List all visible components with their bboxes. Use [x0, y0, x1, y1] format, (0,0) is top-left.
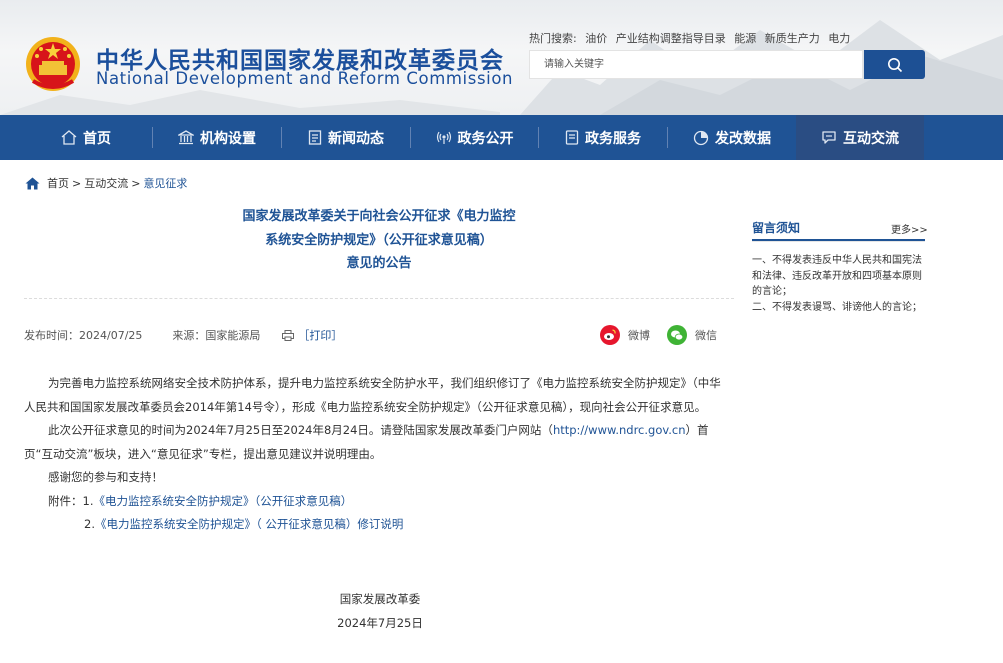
- attachment-label: 附件：1.: [48, 493, 94, 508]
- hot-search: 热门搜索: 油价 产业结构调整指导目录 能源 新质生产力 电力: [529, 30, 855, 46]
- nav-label: 互动交流: [843, 130, 899, 147]
- source-value: 国家能源局: [205, 329, 261, 342]
- nav-item-data[interactable]: 发改数据: [668, 115, 796, 160]
- share-weibo-label: 微博: [628, 329, 650, 342]
- site-title-en: National Development and Reform Commissi…: [96, 69, 514, 88]
- article-title-line: 意见的公告: [346, 256, 412, 271]
- breadcrumb-separator: >: [131, 176, 141, 190]
- article-title: 国家发展改革委关于向社会公开征求《电力监控 系统安全防护规定》（公开征求意见稿）…: [24, 205, 734, 276]
- nav-item-news[interactable]: 新闻动态: [282, 115, 410, 160]
- publish-date: 2024/07/25: [79, 328, 143, 342]
- nav-label: 新闻动态: [328, 130, 384, 147]
- title-divider: [24, 298, 734, 299]
- article-meta: 发布时间： 2024/07/25 来源： 国家能源局 ［打印］: [24, 327, 342, 343]
- print-button[interactable]: ［打印］: [282, 327, 342, 343]
- home-icon: [61, 130, 77, 145]
- search-button[interactable]: [864, 50, 925, 79]
- share-weibo[interactable]: 微博: [600, 325, 650, 345]
- breadcrumb-home[interactable]: 首页: [47, 175, 69, 191]
- wechat-icon: [667, 325, 687, 345]
- sidebar-divider: [752, 241, 925, 242]
- nav-item-government-affairs[interactable]: 政务公开: [411, 115, 538, 160]
- nav-label: 政务公开: [457, 130, 514, 147]
- institution-icon: [178, 130, 194, 145]
- article-title-line: 系统安全防护规定》（公开征求意见稿）: [265, 232, 493, 248]
- search-input[interactable]: 请输入关键字: [529, 50, 863, 79]
- article-title-line: 国家发展改革委关于向社会公开征求《电力监控: [242, 209, 516, 224]
- sidebar-rules: 一、不得发表违反中华人民共和国宪法和法律、违反改革开放和四项基本原则的言论； 二…: [752, 253, 928, 315]
- hot-search-item[interactable]: 能源: [734, 32, 756, 45]
- hot-search-item[interactable]: 产业结构调整指导目录: [616, 32, 726, 45]
- service-icon: [565, 130, 579, 145]
- weibo-icon: [600, 325, 620, 345]
- hot-search-label: 热门搜索:: [529, 32, 577, 45]
- national-emblem-icon: [26, 37, 80, 91]
- news-icon: [308, 130, 322, 145]
- print-label: ［打印］: [298, 329, 343, 342]
- share-wechat[interactable]: 微信: [667, 325, 717, 345]
- nav-label: 首页: [83, 130, 111, 147]
- signature-date: 2024年7月25日: [337, 616, 423, 630]
- signature-org: 国家发展改革委: [339, 592, 421, 606]
- nav-item-interaction[interactable]: 互动交流: [796, 115, 924, 160]
- source-label: 来源：: [172, 329, 206, 342]
- attachment-number: 2.: [84, 517, 95, 531]
- sidebar-title: 留言须知: [752, 221, 801, 235]
- home-icon: [25, 177, 40, 189]
- breadcrumb-separator: >: [72, 176, 82, 190]
- attachment-row: 2.《电力监控系统安全防护规定》（ 公开征求意见稿）修订说明: [24, 513, 726, 537]
- attachment-row: 附件：1.《电力监控系统安全防护规定》（公开征求意见稿）: [24, 490, 726, 514]
- printer-icon: [282, 329, 295, 341]
- hot-search-item[interactable]: 油价: [585, 32, 607, 45]
- publish-label: 发布时间：: [24, 329, 79, 342]
- article-paragraph: 为完善电力监控系统网络安全技术防护体系，提升电力监控系统安全防护水平，我们组织修…: [24, 376, 721, 414]
- nav-item-government-services[interactable]: 政务服务: [539, 115, 667, 160]
- paragraph-text: 此次公开征求意见的时间为2024年7月25日至2024年8月24日。请登陆国家发…: [48, 423, 553, 437]
- article-body: 为完善电力监控系统网络安全技术防护体系，提升电力监控系统安全防护水平，我们组织修…: [24, 372, 726, 537]
- article-paragraph: 此次公开征求意见的时间为2024年7月25日至2024年8月24日。请登陆国家发…: [24, 419, 726, 466]
- sidebar-rule: 二、不得发表谩骂、诽谤他人的言论；: [752, 301, 922, 313]
- sidebar-more-link[interactable]: 更多>>: [891, 221, 928, 236]
- ndrc-website-link[interactable]: http://www.ndrc.gov.cn: [553, 423, 686, 437]
- attachment-link-2[interactable]: 《电力监控系统安全防护规定》（ 公开征求意见稿）修订说明: [95, 517, 403, 531]
- chat-icon: [822, 131, 836, 144]
- article-paragraph: 感谢您的参与和支持！: [48, 470, 163, 484]
- nav-item-home[interactable]: 首页: [20, 115, 152, 160]
- attachment-link-1[interactable]: 《电力监控系统安全防护规定》（公开征求意见稿）: [93, 494, 352, 508]
- broadcast-icon: [436, 131, 451, 144]
- nav-label: 发改数据: [715, 130, 771, 147]
- site-header: 中华人民共和国国家发展和改革委员会 National Development a…: [0, 0, 1003, 115]
- search-icon: [887, 57, 902, 72]
- pie-chart-icon: [693, 130, 709, 145]
- breadcrumb: 首页 > 互动交流 > 意见征求: [25, 175, 187, 191]
- nav-item-institution[interactable]: 机构设置: [153, 115, 281, 160]
- breadcrumb-interaction[interactable]: 互动交流: [84, 175, 128, 191]
- hot-search-item[interactable]: 新质生产力: [765, 32, 820, 45]
- share-wechat-label: 微信: [695, 329, 717, 342]
- nav-label: 机构设置: [200, 130, 256, 147]
- sidebar-rule: 一、不得发表违反中华人民共和国宪法和法律、违反改革开放和四项基本原则的言论；: [752, 255, 922, 297]
- main-nav: 首页 机构设置 新闻动态 政务公开 政务服务 发改数据 互动交流: [0, 115, 1003, 160]
- breadcrumb-current[interactable]: 意见征求: [143, 175, 187, 191]
- nav-label: 政务服务: [585, 130, 641, 147]
- hot-search-item[interactable]: 电力: [828, 32, 850, 45]
